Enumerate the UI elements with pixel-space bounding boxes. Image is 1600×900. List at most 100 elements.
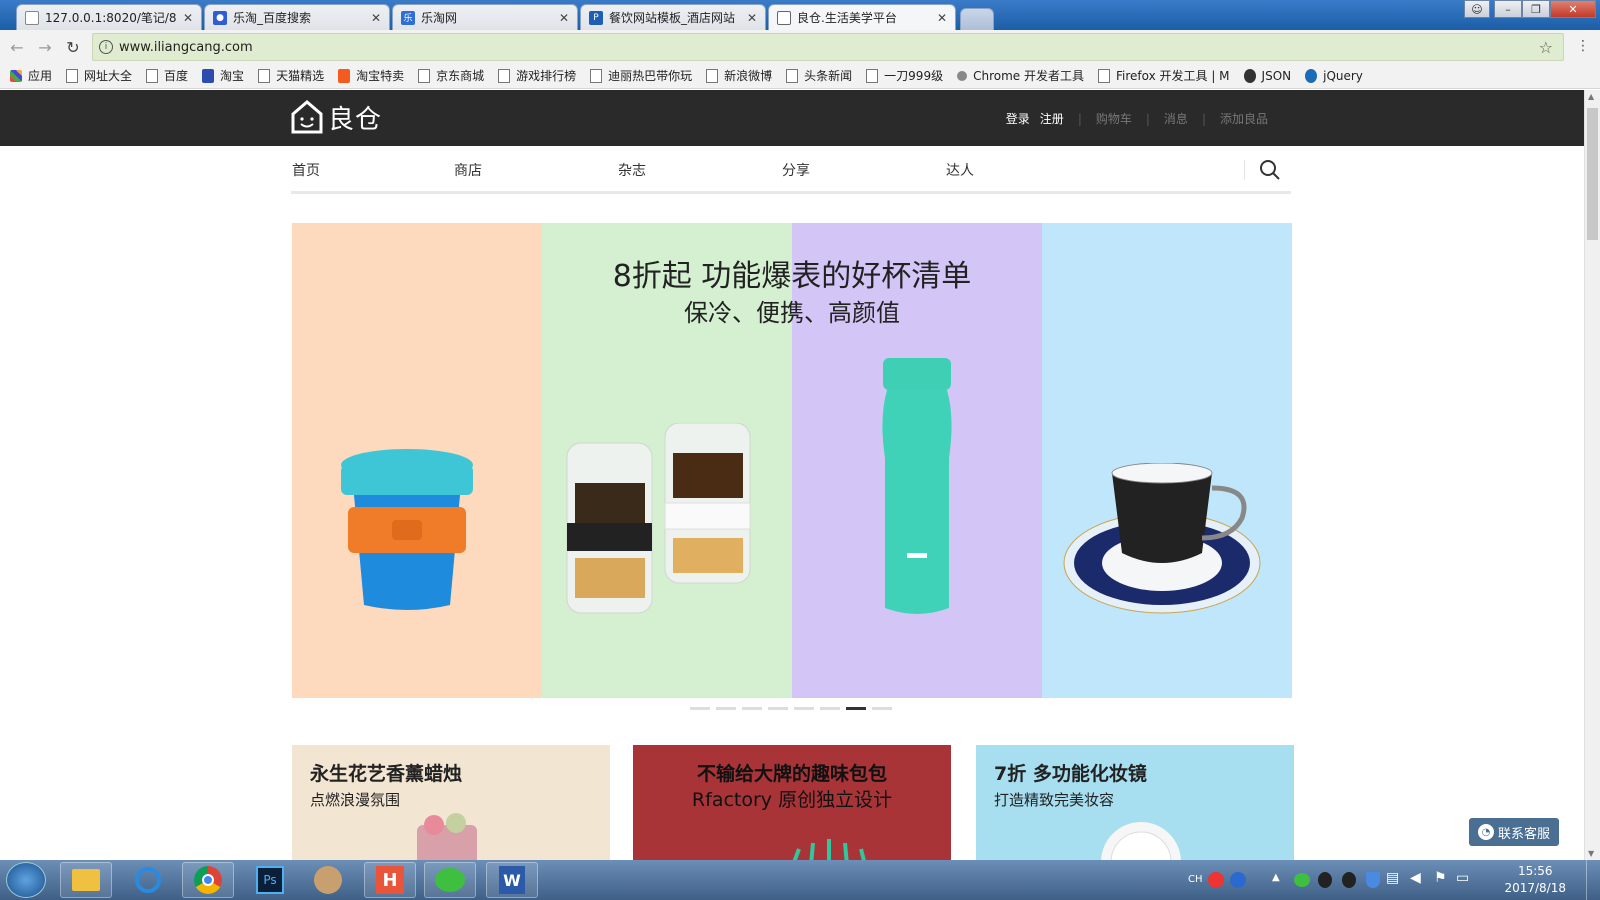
network-icon[interactable]: ▤ <box>1386 870 1399 886</box>
close-icon[interactable]: ✕ <box>559 11 569 25</box>
address-bar[interactable]: i www.iliangcang.com ☆ <box>92 33 1564 61</box>
chrome-icon[interactable] <box>182 862 234 898</box>
tab-restaurant-template[interactable]: P 餐饮网站模板_酒店网站 ✕ <box>580 4 766 30</box>
bookmark-item[interactable]: 淘宝特卖 <box>338 67 404 84</box>
carousel-dot[interactable] <box>690 707 710 710</box>
close-icon[interactable]: ✕ <box>183 11 193 25</box>
promo-card-mirror[interactable]: 7折 多功能化妆镜 打造精致完美妆容 <box>976 745 1294 860</box>
bookmark-item[interactable]: 新浪微博 <box>706 67 772 84</box>
window-close-icon[interactable]: ✕ <box>1550 0 1596 18</box>
reload-icon[interactable]: ↻ <box>62 36 84 58</box>
bookmark-item[interactable]: 淘宝 <box>202 67 244 84</box>
bookmark-item[interactable]: 游戏排行榜 <box>498 67 576 84</box>
promo-card-candle[interactable]: 永生花艺香薰蜡烛 点燃浪漫氛围 <box>292 745 610 860</box>
carousel-dot[interactable] <box>716 707 736 710</box>
bookmark-item[interactable]: Chrome 开发者工具 <box>957 67 1084 84</box>
nav-shop[interactable]: 商店 <box>454 160 482 180</box>
carousel-dot[interactable] <box>820 707 840 710</box>
system-clock[interactable]: 15:56 2017/8/18 <box>1504 863 1566 897</box>
page-icon <box>786 68 799 83</box>
carousel-dot[interactable] <box>846 707 866 710</box>
forward-icon[interactable]: → <box>34 36 56 58</box>
tab-letao[interactable]: 乐 乐淘网 ✕ <box>392 4 578 30</box>
customer-service-button[interactable]: ◔ 联系客服 <box>1469 818 1559 846</box>
photoshop-icon[interactable]: Ps <box>244 862 296 898</box>
cart-link[interactable]: 购物车 <box>1096 110 1132 127</box>
info-icon[interactable]: i <box>99 40 113 54</box>
bookmark-item[interactable]: JSON <box>1243 68 1291 83</box>
language-indicator[interactable]: CH <box>1188 874 1203 885</box>
qq-tray-icon[interactable] <box>1318 872 1332 888</box>
close-icon[interactable]: ✕ <box>747 11 757 25</box>
tab-liangcang[interactable]: 良仓.生活美学平台 ✕ <box>768 4 956 30</box>
hbuilder-icon[interactable]: H <box>364 862 416 898</box>
volume-icon[interactable]: ◀ <box>1410 870 1421 886</box>
start-button-icon[interactable] <box>6 862 46 898</box>
show-desktop-button[interactable] <box>1586 860 1600 900</box>
restore-icon[interactable]: ❐ <box>1522 0 1550 18</box>
scroll-down-icon[interactable]: ▼ <box>1588 849 1594 858</box>
carousel-dot[interactable] <box>872 707 892 710</box>
nav-share[interactable]: 分享 <box>782 160 810 180</box>
tab-baidu-search[interactable]: ● 乐淘_百度搜索 ✕ <box>204 4 390 30</box>
bookmark-item[interactable]: 网址大全 <box>66 67 132 84</box>
nav-home[interactable]: 首页 <box>292 160 320 180</box>
nav-magazine[interactable]: 杂志 <box>618 160 646 180</box>
vertical-scrollbar[interactable]: ▲ ▼ <box>1584 90 1600 860</box>
register-link[interactable]: 注册 <box>1040 110 1064 127</box>
wechat-icon[interactable] <box>424 862 476 898</box>
liangcang-house-icon <box>777 10 791 25</box>
qq-tray-icon[interactable] <box>1342 872 1356 888</box>
close-icon[interactable]: ✕ <box>371 11 381 25</box>
bookmark-item[interactable]: 天猫精选 <box>258 67 324 84</box>
monkey-app-icon[interactable] <box>302 862 354 898</box>
tab-notes[interactable]: 127.0.0.1:8020/笔记/8.1 ✕ <box>16 4 202 30</box>
bookmark-label: 头条新闻 <box>804 69 853 83</box>
promo-card-bags[interactable]: 不输给大牌的趣味包包 Rfactory 原创独立设计 <box>633 745 951 860</box>
add-item-link[interactable]: 添加良品 <box>1220 110 1268 127</box>
nav-experts[interactable]: 达人 <box>946 160 974 180</box>
close-icon[interactable]: ✕ <box>937 11 947 25</box>
scroll-up-icon[interactable]: ▲ <box>1588 92 1594 101</box>
scrollbar-thumb[interactable] <box>1587 108 1598 240</box>
water-bottle-image <box>882 358 952 614</box>
login-link[interactable]: 登录 <box>1006 110 1030 127</box>
bookmark-apps[interactable]: 应用 <box>10 67 52 84</box>
bookmark-item[interactable]: 迪丽热巴带你玩 <box>590 67 692 84</box>
site-logo[interactable]: 良仓 <box>290 98 382 136</box>
browser-toolbar: ← → ↻ i www.iliangcang.com ☆ ⋮ <box>0 30 1600 63</box>
bookmark-item[interactable]: jQuery <box>1305 68 1363 83</box>
bookmark-item[interactable]: Firefox 开发工具 | M <box>1097 67 1230 84</box>
tray-expand-icon[interactable]: ▲ <box>1272 872 1280 883</box>
sogou-ime-icon[interactable] <box>1208 872 1224 888</box>
search-icon[interactable] <box>1259 159 1281 181</box>
back-icon[interactable]: ← <box>6 36 28 58</box>
carousel-dot[interactable] <box>794 707 814 710</box>
bookmark-label: 天猫精选 <box>276 69 325 83</box>
page-icon <box>1097 68 1110 83</box>
browser-qq-icon[interactable] <box>122 862 174 898</box>
carousel-dot[interactable] <box>742 707 762 710</box>
flag-icon[interactable]: ⚑ <box>1434 870 1447 886</box>
taobao-icon <box>202 68 215 83</box>
bookmark-item[interactable]: 百度 <box>146 67 188 84</box>
wechat-tray-icon[interactable] <box>1294 873 1310 887</box>
bookmark-item[interactable]: 京东商城 <box>418 67 484 84</box>
taobao-sale-icon <box>338 68 351 83</box>
help-icon[interactable] <box>1230 872 1246 888</box>
file-explorer-icon[interactable] <box>60 862 112 898</box>
new-tab-button[interactable] <box>960 8 994 30</box>
bookmark-star-icon[interactable]: ☆ <box>1539 38 1553 57</box>
minimize-icon[interactable]: – <box>1494 0 1522 18</box>
action-center-icon[interactable]: ▭ <box>1456 870 1469 886</box>
hero-banner[interactable]: 8折起 功能爆表的好杯清单 保冷、便携、高颜值 <box>292 223 1292 698</box>
user-icon[interactable]: ☺ <box>1464 0 1490 18</box>
shield-icon[interactable] <box>1366 872 1380 888</box>
menu-icon[interactable]: ⋮ <box>1576 38 1590 54</box>
carousel-dot[interactable] <box>768 707 788 710</box>
messages-link[interactable]: 消息 <box>1164 110 1188 127</box>
bookmark-item[interactable]: 一刀999级 <box>866 67 943 84</box>
word-icon[interactable]: W <box>486 862 538 898</box>
bookmark-item[interactable]: 头条新闻 <box>786 67 852 84</box>
bookmark-label: 网址大全 <box>84 69 133 83</box>
